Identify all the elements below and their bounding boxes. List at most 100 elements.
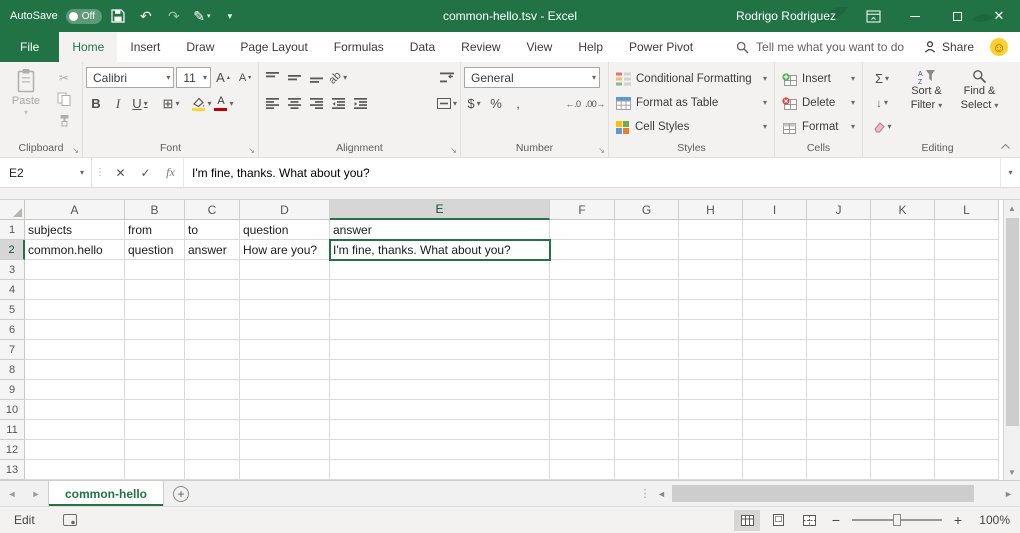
sort-filter-button[interactable]: AZ Sort & Filter ▾ [902,66,951,141]
middle-align-button[interactable] [284,67,304,88]
cell-c9[interactable] [185,380,240,400]
cell-k11[interactable] [871,420,935,440]
cell-i8[interactable] [743,360,807,380]
number-format-select[interactable]: General ▾ [464,67,600,88]
chevron-down-icon[interactable]: ▾ [73,168,91,177]
cell-l3[interactable] [935,260,999,280]
cell-styles-button[interactable]: Cell Styles ▾ [612,116,771,138]
cell-k9[interactable] [871,380,935,400]
cell-a11[interactable] [25,420,125,440]
cell-c11[interactable] [185,420,240,440]
tab-splitter-icon[interactable]: ⋮ [637,487,653,500]
fill-button[interactable]: ↓▾ [866,92,898,113]
cell-a9[interactable] [25,380,125,400]
cell-c8[interactable] [185,360,240,380]
cell-i13[interactable] [743,460,807,480]
cell-j4[interactable] [807,280,871,300]
cell-k1[interactable] [871,220,935,240]
cell-a13[interactable] [25,460,125,480]
row-header-1[interactable]: 1 [0,220,25,240]
cell-l7[interactable] [935,340,999,360]
enter-button[interactable]: ✓ [133,158,158,187]
collapse-ribbon-button[interactable] [996,139,1014,153]
wrap-text-button[interactable] [437,67,457,88]
cell-f10[interactable] [550,400,615,420]
row-header-2[interactable]: 2 [0,240,25,260]
cell-j3[interactable] [807,260,871,280]
formula-bar-expand-button[interactable]: ▾ [1000,158,1020,187]
align-right-button[interactable] [306,93,326,114]
cell-a8[interactable] [25,360,125,380]
cell-d5[interactable] [240,300,330,320]
tab-file[interactable]: File [0,32,59,62]
cell-j7[interactable] [807,340,871,360]
cell-b1[interactable]: from [125,220,185,240]
cell-b11[interactable] [125,420,185,440]
cell-f2[interactable] [550,240,615,260]
cell-d6[interactable] [240,320,330,340]
cell-h11[interactable] [679,420,743,440]
comma-style-button[interactable]: , [508,93,528,114]
cell-j8[interactable] [807,360,871,380]
column-header-d[interactable]: D [240,200,330,220]
cell-e1[interactable]: answer [330,220,550,240]
column-header-g[interactable]: G [615,200,679,220]
cell-i5[interactable] [743,300,807,320]
cell-c4[interactable] [185,280,240,300]
row-header-3[interactable]: 3 [0,260,25,280]
cell-g13[interactable] [615,460,679,480]
pen-mode-button[interactable]: ✎▾ [190,3,214,29]
cell-g12[interactable] [615,440,679,460]
cell-i11[interactable] [743,420,807,440]
cell-g10[interactable] [615,400,679,420]
cell-c5[interactable] [185,300,240,320]
cell-c12[interactable] [185,440,240,460]
cell-k5[interactable] [871,300,935,320]
cell-l5[interactable] [935,300,999,320]
cell-d12[interactable] [240,440,330,460]
undo-button[interactable]: ↶ [134,3,158,29]
horizontal-scrollbar-thumb[interactable] [672,485,974,502]
cell-f9[interactable] [550,380,615,400]
cell-g4[interactable] [615,280,679,300]
ribbon-display-options-button[interactable] [852,0,894,32]
cell-d7[interactable] [240,340,330,360]
cell-h8[interactable] [679,360,743,380]
insert-cells-button[interactable]: Insert ▾ [778,68,859,90]
cell-d9[interactable] [240,380,330,400]
cell-a3[interactable] [25,260,125,280]
font-color-button[interactable]: A ▾ [214,93,234,114]
paste-button[interactable]: Paste ▾ [3,66,49,141]
cell-b9[interactable] [125,380,185,400]
bold-button[interactable]: B [86,93,106,114]
row-header-11[interactable]: 11 [0,420,25,440]
borders-button[interactable]: ⊞▾ [161,93,181,114]
minimize-button[interactable] [894,0,936,32]
cell-g11[interactable] [615,420,679,440]
cell-c7[interactable] [185,340,240,360]
cell-f13[interactable] [550,460,615,480]
cell-i3[interactable] [743,260,807,280]
column-header-k[interactable]: K [871,200,935,220]
column-header-f[interactable]: F [550,200,615,220]
cell-d10[interactable] [240,400,330,420]
name-box[interactable]: E2 ▾ [0,158,92,187]
row-header-7[interactable]: 7 [0,340,25,360]
row-header-8[interactable]: 8 [0,360,25,380]
cell-j1[interactable] [807,220,871,240]
cell-j9[interactable] [807,380,871,400]
cell-i7[interactable] [743,340,807,360]
page-break-preview-button[interactable] [796,510,822,531]
autosum-button[interactable]: Σ▾ [866,68,898,89]
cell-k7[interactable] [871,340,935,360]
cell-l2[interactable] [935,240,999,260]
vertical-scrollbar[interactable]: ▲ ▼ [1003,200,1020,480]
increase-decimal-button[interactable]: ←.0 [563,93,583,114]
cell-e13[interactable] [330,460,550,480]
sheet-nav-next-button[interactable]: ► [24,481,48,506]
cell-b6[interactable] [125,320,185,340]
cell-l9[interactable] [935,380,999,400]
cell-j6[interactable] [807,320,871,340]
cell-k4[interactable] [871,280,935,300]
zoom-slider[interactable] [852,511,942,529]
